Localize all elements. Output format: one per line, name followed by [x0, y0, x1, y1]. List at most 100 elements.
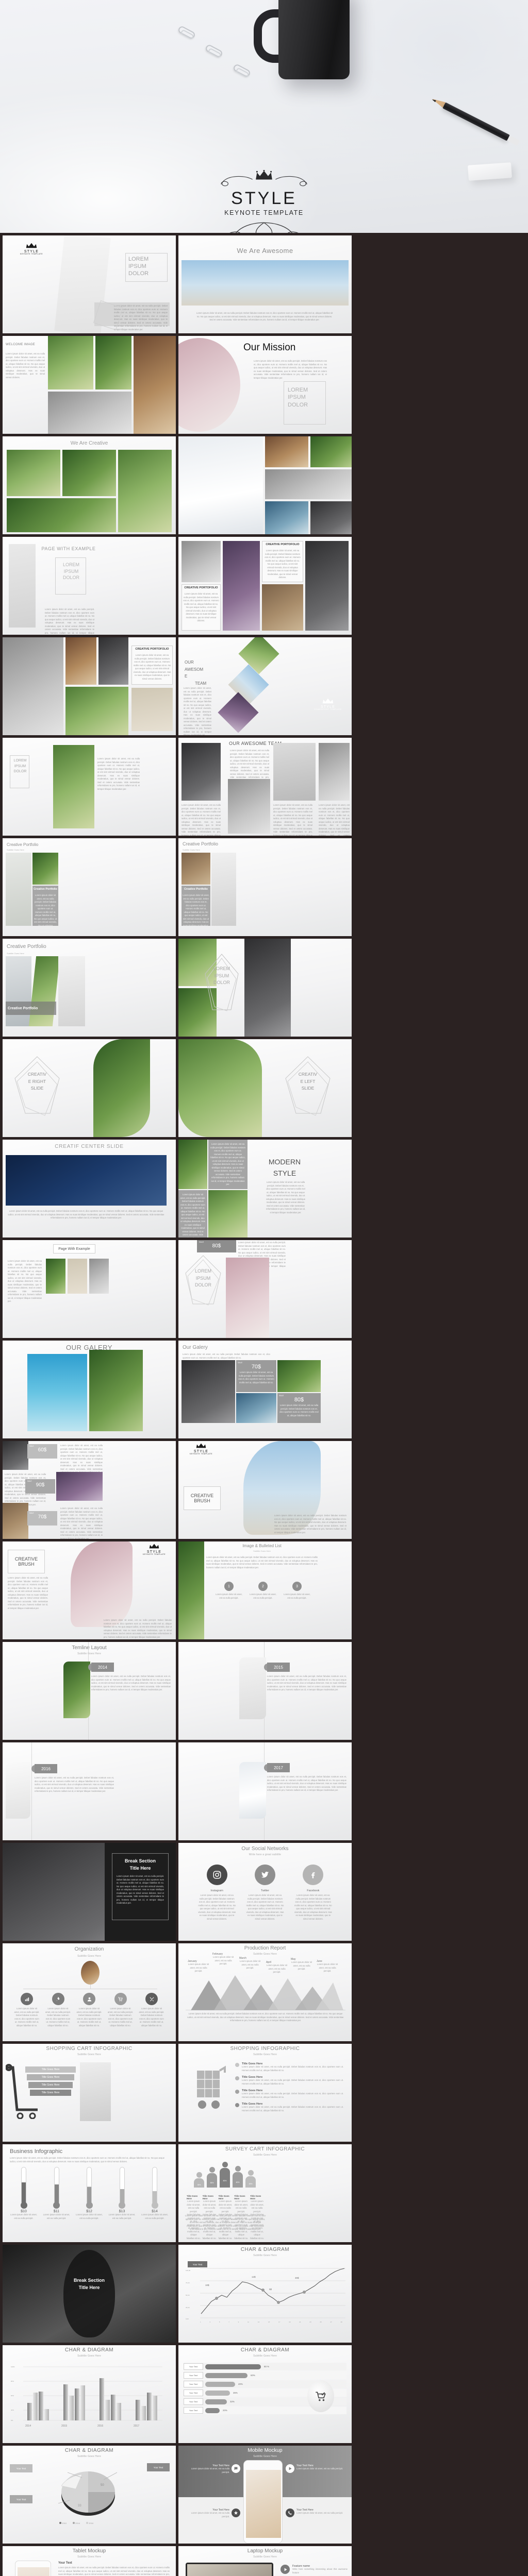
slide-lorem-flower[interactable]: LOREM IPSUM DOLOR Lorem ipsum dolor sit am…	[3, 738, 176, 836]
chart-subtitle: Subtitle Goes Here	[253, 2254, 277, 2257]
slide-creative-portfolio-3[interactable]: Creative Portfolio Subtitle Goes Here Cr…	[3, 939, 176, 1037]
slide-chart-line[interactable]: CHAR & DIAGRAM Subtitle Goes Here Your T…	[178, 2245, 352, 2343]
slide-our-mission[interactable]: Our Mission Lorem ipsum dolor sit amet, …	[178, 336, 352, 434]
list-item[interactable]: Title Goes Here Lorem ipsum dolor sit am…	[235, 2062, 343, 2072]
slide-creative-portfolio-1[interactable]: Creative Portfolio Subtitle Goes Here Cr…	[3, 838, 176, 936]
callout[interactable]: Your Text	[10, 2464, 32, 2472]
social-item-instagram[interactable]: Instagram Lorem ipsum dolor sit amet, es…	[198, 1865, 236, 1921]
slide-laptop-mockup[interactable]: Laptop Mockup Subtitle Goes Here Feature…	[178, 2546, 352, 2576]
slide-creative-portofolio-a[interactable]: CREATIVE PORTOFOLIO Lorem ipsum dolor si…	[178, 537, 352, 635]
body-text: Lorem ipsum dolor sit amet, est ea nulla…	[279, 1404, 319, 1417]
slide-page-with-example[interactable]: PAGE WITH EXAMPLE LOREM IPSUM DOLOR Lorem …	[3, 537, 176, 635]
lorem-heading: LOREM IPSUM DOLOR	[194, 1268, 211, 1287]
feature-item[interactable]: Your Text Here Lorem ipsum dolor sit ame…	[286, 2509, 346, 2517]
slide-break-section-b[interactable]: Break Section Title Here	[3, 2245, 176, 2343]
slide-business-infographic[interactable]: Business Infographic Lorem ipsum dolor s…	[3, 2144, 176, 2242]
list-item[interactable]: 1 Lorem ipsum dolor sit amet, est ea nul…	[216, 1582, 242, 1600]
slide-chart-pie[interactable]: CHAR & DIAGRAM Subtitle Goes Here Your T…	[3, 2446, 176, 2544]
list-item[interactable]: Title Goes Here Lorem ipsum dolor sit am…	[235, 2089, 343, 2099]
thermometer-item[interactable]: $14 Lorem ipsum dolor sit amet, est ea n…	[141, 2167, 169, 2220]
logo-subtitle: KEYNOTE TEMPLATE	[20, 253, 43, 256]
cart-row[interactable]: Title Goes Here	[25, 2066, 76, 2073]
slide-title: Mobile Mockup	[248, 2448, 283, 2453]
list-item[interactable]: 3 Lorem ipsum dolor sit amet, est ea nul…	[284, 1582, 310, 1600]
org-node[interactable]: Lorem ipsum dolor sit amet, est ea nulla…	[14, 1993, 40, 2027]
slide-creative-portfolio-2[interactable]: Creative Portfolio Subtitle Goes Here Cr…	[178, 838, 352, 936]
marker-label: 30$	[295, 2277, 299, 2279]
y-tick: 40%	[11, 2409, 14, 2411]
social-item-facebook[interactable]: Facebook Lorem ipsum dolor sit amet, est…	[294, 1865, 332, 1921]
price: 60$	[38, 1447, 47, 1453]
org-node[interactable]: Lorem ipsum dolor sit amet, est ea nulla…	[108, 1993, 134, 2027]
slide-creatif-center[interactable]: CREATIF CENTER SLIDE Lorem ipsum dolor s…	[3, 1140, 176, 1238]
org-node[interactable]: Lorem ipsum dolor sit amet, est ea nulla…	[139, 1993, 164, 2027]
slide-chart-bar[interactable]: CHAR & DIAGRAM Subtitle Goes Here 100% 8…	[3, 2345, 176, 2443]
price: $12	[86, 2210, 92, 2213]
slide-shopping-cart-infographic[interactable]: SHOPPING CART INFOGRAPHIC Subtitle Goes …	[3, 2044, 176, 2142]
thermometer-item[interactable]: $12 Lorem ipsum dolor sit amet, est ea n…	[75, 2167, 103, 2220]
slide-we-are-awesome[interactable]: We Are Awesome Lorem ipsum dolor sit ame…	[178, 235, 352, 333]
org-node[interactable]: Lorem ipsum dolor sit amet, est ea nulla…	[76, 1993, 102, 2027]
slide-image-bulleted-list[interactable]: Image & Bulleted List Subtitle Goes Here…	[178, 1541, 352, 1639]
slide-production-report[interactable]: Production Report Subtitle Goes Here Jan…	[178, 1943, 352, 2041]
list-item[interactable]: Title Goes Here Lorem ipsum dolor sit am…	[235, 2103, 343, 2112]
cart-row[interactable]: Title Goes Here	[27, 2074, 74, 2080]
slide-lorem-diamond[interactable]: LOREM IPSUM DOLOR	[178, 939, 352, 1037]
slide-cover[interactable]: STYLE KEYNOTE TEMPLATE LOREM IPSUM DOLOR L…	[3, 235, 176, 333]
slide-our-galery-b[interactable]: Our Galery Lorem ipsum dolor sit amet, e…	[178, 1341, 352, 1438]
callout[interactable]: Your Text	[147, 2463, 170, 2471]
slide-shopping-infographic[interactable]: SHOPPING INFOGRAPHIC Subtitle Goes Here …	[178, 2044, 352, 2142]
slide-chart-hbar[interactable]: CHAR & DIAGRAM Subtitle Goes Here Your T…	[178, 2345, 352, 2443]
slide-we-are-creative[interactable]: We Are Creative	[3, 436, 176, 534]
slide-our-awesome-team-a[interactable]: OUR AWESOM E TEAM Lorem ipsum dolor sit am…	[178, 637, 352, 735]
hbar-row[interactable]: Your Text 80 %	[184, 2363, 346, 2370]
thermometer-item[interactable]: $10 Lorem ipsum dolor sit amet, est ea n…	[10, 2167, 38, 2220]
thermometer-item[interactable]: $13 Lorem ipsum dolor sit amet, est ea n…	[108, 2167, 136, 2220]
social-item-twitter[interactable]: Twitter Lorem ipsum dolor sit amet, est …	[246, 1865, 284, 1921]
slide-break-section-a[interactable]: Break Section Title Here Lorem ipsum dolo…	[3, 1843, 176, 1941]
slide-page-with-example-2[interactable]: Page With Example Lorem ipsum dolor sit …	[3, 1240, 176, 1338]
slide-title: We Are Creative	[70, 440, 108, 446]
slide-timeline-2017[interactable]: 2017 Lorem ipsum dolor sit amet, est ea …	[178, 1742, 352, 1840]
cart-row[interactable]: Title Goes Here	[28, 2082, 73, 2088]
list-item[interactable]: Title Goes Here Lorem ipsum dolor sit am…	[235, 2076, 343, 2086]
slide-price-tags[interactable]: SALE 60$ Lorem ipsum dolor sit amet, est…	[3, 1441, 176, 1539]
feature-item[interactable]: Feature name Write here something intere…	[280, 2565, 348, 2574]
slide-title: Temline Layout	[72, 1645, 107, 1651]
slide-creative-brush-a[interactable]: STYLE KEYNOTE TEMPLATE CREATIVE BRUSH Lo…	[178, 1441, 352, 1539]
slide-mobile-mockup[interactable]: Mobile Mockup Subtitle Goes Here Your Te…	[178, 2446, 352, 2544]
slide-timeline-2016[interactable]: 2016 Lorem ipsum dolor sit amet, est ea …	[3, 1742, 176, 1840]
month-block: May Lorem ipsum dolor sit amet, est ea n…	[291, 1958, 312, 1971]
slide-our-galery-a[interactable]: OUR GALERY	[3, 1341, 176, 1438]
hbar-row[interactable]: Your Text 60%	[184, 2371, 346, 2379]
slide-timeline-2014[interactable]: Temline Layout Subtitle Goes Here 2014 L…	[3, 1642, 176, 1740]
slide-organization[interactable]: Organization Subtitle Goes Here Lorem ip…	[3, 1943, 176, 2041]
org-node[interactable]: Lorem ipsum dolor sit amet, est ea nulla…	[45, 1993, 71, 2027]
slide-welcome-image[interactable]: WELCOME IMAGE Lorem ipsum dolor sit amet…	[3, 336, 176, 434]
feature-item[interactable]: Your Text Here Lorem ipsum dolor sit ame…	[184, 2509, 240, 2518]
slide-our-awesome-team-b[interactable]: OUR AWESOME TEAM Lorem ipsum dolor sit a…	[178, 738, 352, 836]
slide-modern-style[interactable]: Lorem ipsum dolor sit amet, est ea nulla…	[178, 1140, 352, 1238]
feature-item[interactable]: Your Text Here Lorem ipsum dolor sit ame…	[286, 2464, 346, 2473]
hero-logo: STYLE KEYNOTE TEMPLATE	[0, 170, 528, 233]
x-tick: 2015	[61, 2425, 68, 2428]
callout[interactable]: Your Text	[10, 2495, 32, 2503]
feature-item[interactable]: Your Text Here Lorem ipsum dolor sit ame…	[184, 2464, 240, 2474]
slide-survey-cart-infographic[interactable]: SURVEY CART INFOGRAPHIC Subtitle Goes He…	[178, 2144, 352, 2242]
slide-social-networks[interactable]: Our Social Networks Write here a great s…	[178, 1843, 352, 1941]
row-label: Your Text	[184, 2363, 203, 2370]
slide-sale-lorem[interactable]: SALE 80$ Lorem ipsum dolor sit amet, est…	[178, 1240, 352, 1338]
slide-creative-brush-b[interactable]: CREATIVE BRUSH Lorem ipsum dolor sit ame…	[3, 1541, 176, 1639]
body-text: Lorem ipsum dolor sit amet, est ea nulla…	[246, 1894, 284, 1920]
slide-timeline-2015[interactable]: 2015 Lorem ipsum dolor sit amet, est ea …	[178, 1642, 352, 1740]
cart-row[interactable]: Title Goes Here	[30, 2090, 71, 2096]
thermometer-item[interactable]: $11 Lorem ipsum dolor sit amet, est ea n…	[43, 2167, 71, 2220]
slide-creative-right[interactable]: CREATIV E RIGHT SLIDE	[3, 1039, 176, 1137]
slide-creative-left[interactable]: CREATIV E LEFT SLIDE	[178, 1039, 352, 1137]
slide-photo-mosaic[interactable]	[178, 436, 352, 534]
slide-subtitle: Subtitle Goes Here	[253, 2053, 277, 2056]
slide-tablet-mockup[interactable]: Tablet Mockup Subtitle Goes Here Your Te…	[3, 2546, 176, 2576]
slide-creative-portofolio-b[interactable]: CREATIVE PORTOFOLIO Lorem ipsum dolor si…	[3, 637, 176, 735]
y-tick: 0,00	[186, 2318, 189, 2320]
list-item[interactable]: 2 Lorem ipsum dolor sit amet, est ea nul…	[250, 1582, 276, 1600]
